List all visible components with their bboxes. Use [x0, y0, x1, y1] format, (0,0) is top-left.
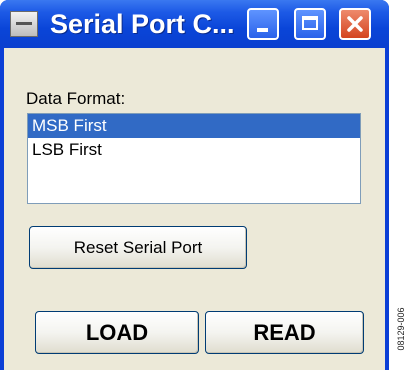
- read-button[interactable]: READ: [205, 311, 364, 354]
- data-format-label: Data Format:: [26, 89, 126, 108]
- window-title: Serial Port C...: [50, 9, 235, 39]
- figure-code: 08129-006: [393, 294, 409, 364]
- list-item-lsb-first[interactable]: LSB First: [28, 138, 360, 162]
- data-format-listbox[interactable]: MSB First LSB First: [27, 113, 361, 204]
- window-menu-icon[interactable]: [10, 11, 38, 37]
- minimize-button[interactable]: [247, 8, 279, 40]
- load-button[interactable]: LOAD: [35, 311, 199, 354]
- reset-serial-port-button[interactable]: Reset Serial Port: [29, 226, 247, 269]
- close-button[interactable]: [339, 8, 371, 40]
- figure-code-text: 08129-006: [396, 307, 406, 351]
- title-bar[interactable]: Serial Port C...: [0, 0, 389, 48]
- maximize-icon: [302, 16, 318, 30]
- list-item-msb-first[interactable]: MSB First: [28, 114, 360, 138]
- maximize-button[interactable]: [294, 8, 326, 40]
- close-icon: [347, 16, 363, 32]
- minimize-icon: [257, 28, 268, 32]
